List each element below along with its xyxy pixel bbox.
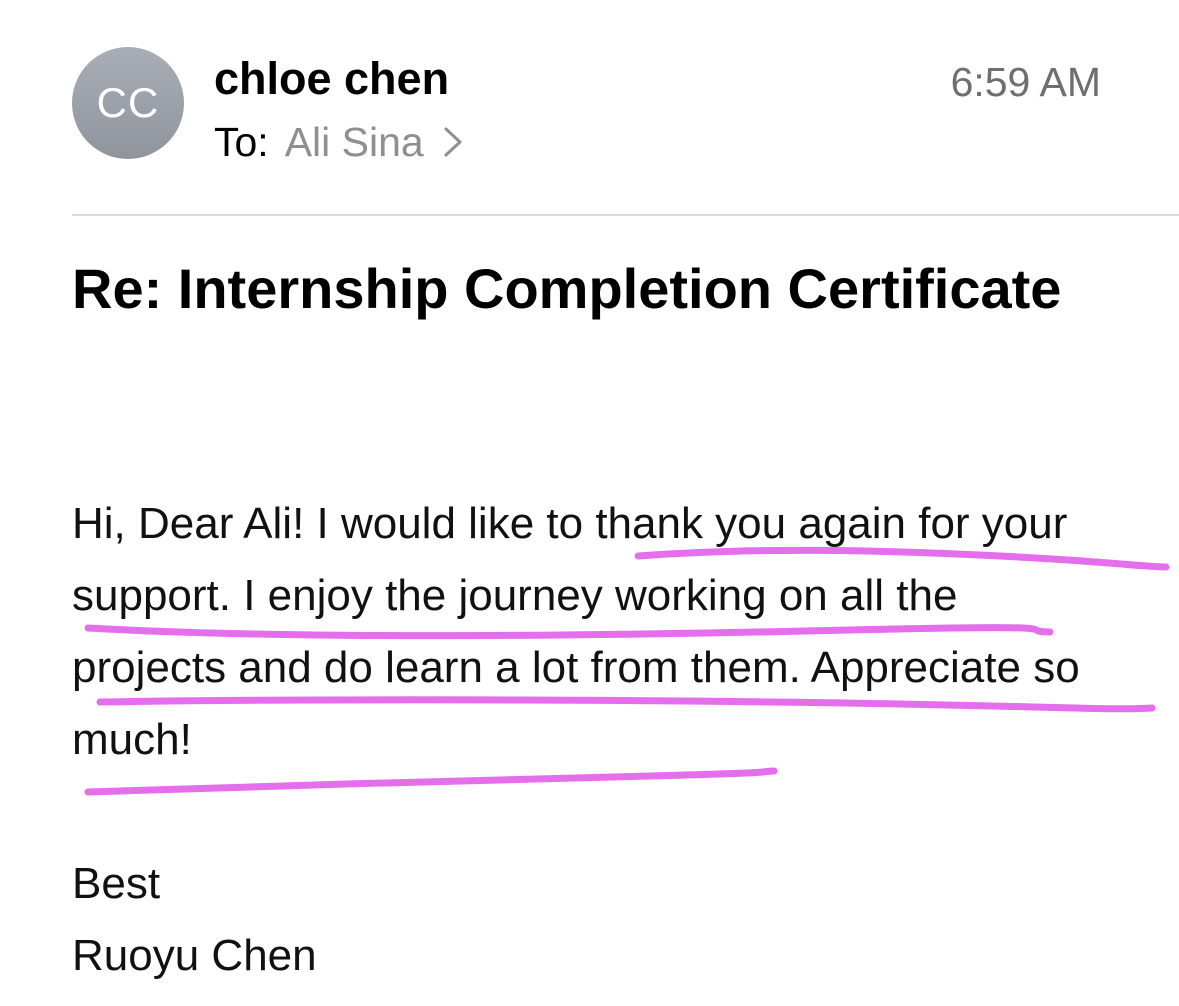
email-body: Hi, Dear Ali! I would like to thank you … — [72, 499, 1080, 764]
email-subject: Re: Internship Completion Certificate — [72, 257, 1062, 320]
sign-off: Best Ruoyu Chen — [72, 848, 317, 992]
header-divider — [72, 214, 1179, 216]
avatar[interactable]: CC — [72, 47, 184, 159]
recipient-row[interactable]: To: Ali Sina — [214, 116, 464, 168]
sender-name[interactable]: chloe chen — [214, 52, 449, 106]
recipient-name[interactable]: Ali Sina — [285, 116, 424, 168]
avatar-initials: CC — [96, 79, 160, 126]
closing-text: Best — [72, 859, 161, 908]
chevron-right-icon[interactable] — [442, 125, 464, 159]
email-view: CC chloe chen To: Ali Sina 6:59 AM Re: I… — [0, 0, 1179, 1006]
to-label: To: — [214, 119, 269, 165]
signature-name: Ruoyu Chen — [72, 931, 317, 980]
timestamp: 6:59 AM — [950, 59, 1101, 105]
